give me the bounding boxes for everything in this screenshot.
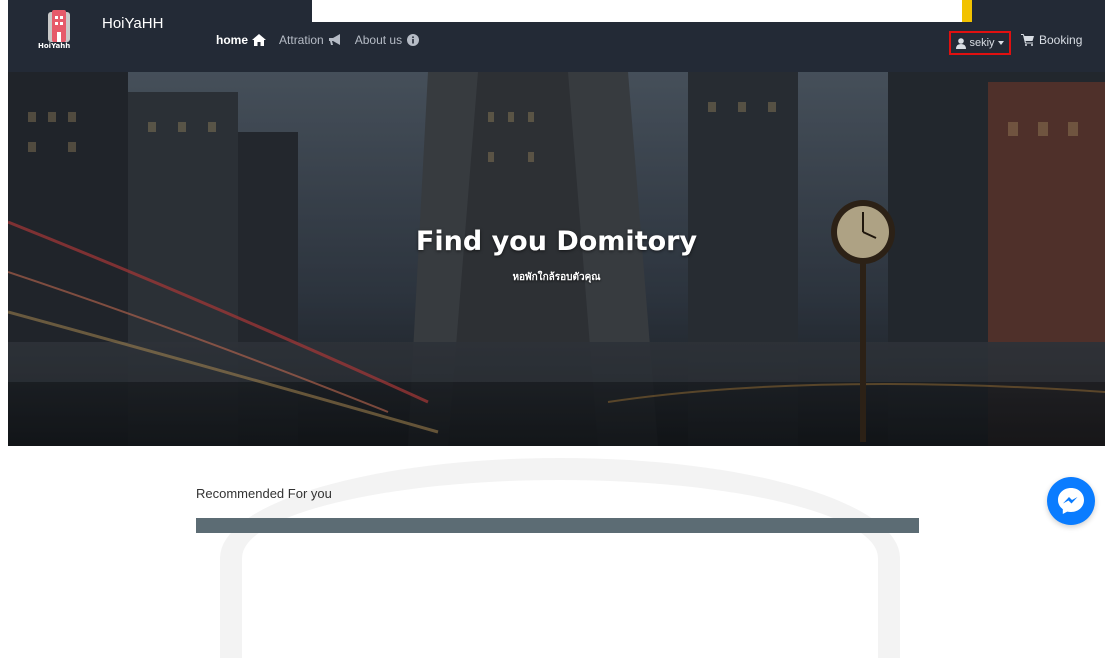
booking-label: Booking (1039, 33, 1083, 47)
chevron-down-icon (997, 41, 1004, 45)
nav-item-attraction[interactable]: Attration (279, 33, 342, 47)
cart-icon (1021, 34, 1034, 46)
recommended-card[interactable] (196, 518, 919, 533)
messenger-icon (1058, 488, 1084, 514)
logo-caption: HoiYahh (38, 42, 71, 50)
booking-link[interactable]: Booking (1021, 33, 1082, 47)
home-icon (252, 34, 267, 46)
user-name: sekiy (969, 37, 995, 49)
nav-item-label: About us (354, 33, 403, 47)
section-title: Recommended For you (196, 486, 332, 501)
city-background-image (8, 72, 1105, 446)
nav-item-home[interactable]: home (216, 33, 267, 47)
bullhorn-icon (328, 34, 340, 45)
nav-item-about[interactable]: About us (355, 33, 420, 47)
hero-banner: Find you Domitory หอพักใกล้รอบตัวคุณ (8, 72, 1105, 446)
address-overlay (312, 0, 962, 22)
user-icon (956, 37, 967, 49)
hero-subtitle: หอพักใกล้รอบตัวคุณ (512, 272, 601, 283)
user-dropdown-toggle[interactable]: sekiy (949, 31, 1011, 55)
brand-name[interactable]: HoiYaHH (102, 15, 163, 32)
main-nav: home Attration About us (216, 33, 420, 47)
messenger-chat-button[interactable] (1047, 477, 1095, 525)
nav-item-label: Attration (279, 33, 324, 47)
hero-title: Find you Domitory (415, 226, 698, 257)
nav-item-label: home (216, 33, 249, 47)
info-icon (407, 34, 420, 46)
accent-marker (962, 0, 972, 22)
